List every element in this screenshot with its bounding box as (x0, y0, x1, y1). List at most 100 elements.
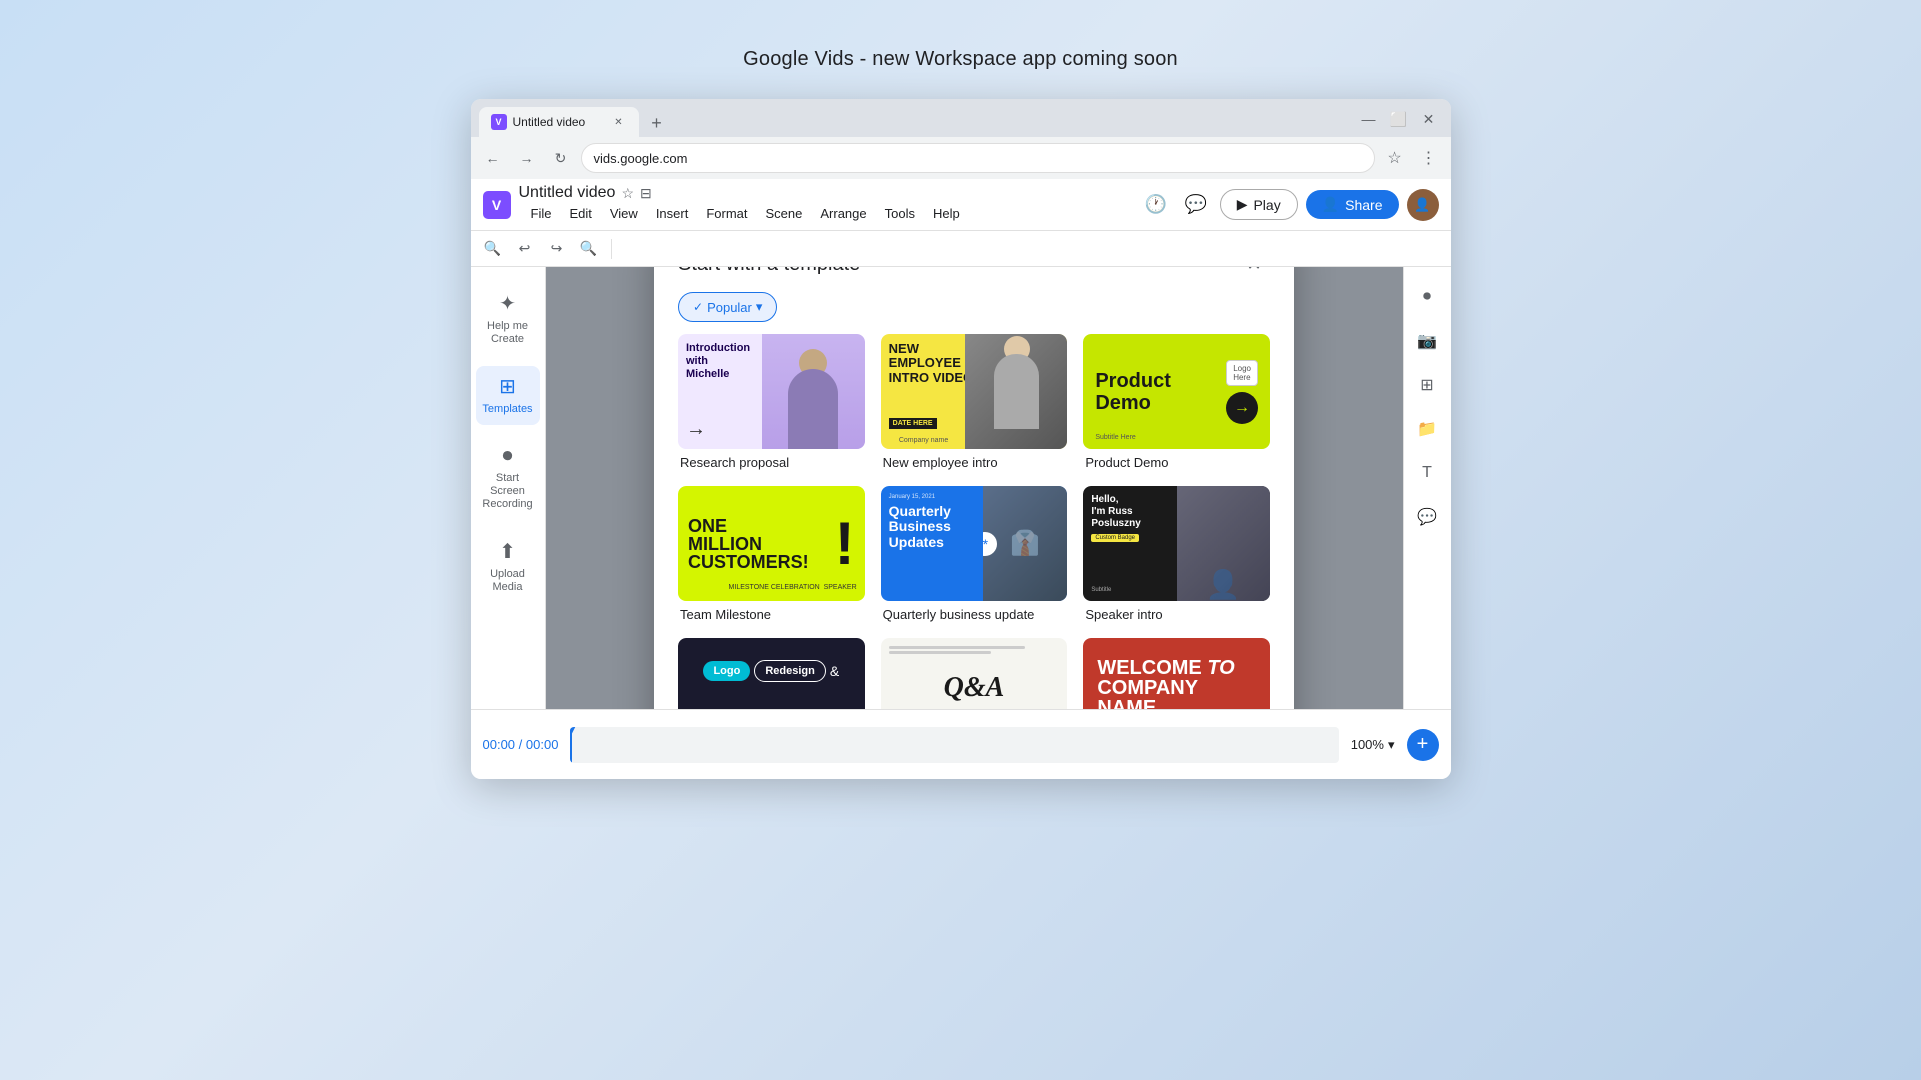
dropdown-icon: ▾ (756, 299, 763, 315)
reload-button[interactable]: ↻ (547, 144, 575, 172)
template-item-quarterly-update[interactable]: January 15, 2021 QuarterlyBusinessUpdate… (881, 486, 1068, 622)
emp-date-tag: DATE HERE (889, 418, 937, 429)
template-item-intro-michelle[interactable]: Introductionwith Michelle → (678, 334, 865, 470)
modal-close-button[interactable]: ✕ (1238, 267, 1270, 280)
qa-line (889, 646, 1026, 649)
product-subtitle: Subtitle Here (1095, 434, 1135, 441)
person-body (788, 369, 838, 449)
menu-view[interactable]: View (602, 202, 646, 225)
popular-filter-chip[interactable]: ✓ Popular ▾ (678, 292, 777, 322)
qa-line (889, 651, 991, 654)
zoom-button[interactable]: 🔍 (575, 235, 603, 263)
record-panel-button[interactable]: ⏺ (1409, 279, 1445, 315)
chat-panel-button[interactable]: 💬 (1409, 499, 1445, 535)
quarterly-title: QuarterlyBusinessUpdates (889, 504, 976, 550)
share-button[interactable]: 👤 Share (1306, 190, 1399, 219)
zoom-dropdown-icon[interactable]: ▾ (1388, 737, 1395, 753)
template-item-new-employee[interactable]: NEWEMPLOYEEINTRO VIDEO DATE HERE (881, 334, 1068, 470)
welcome-italic: To (1207, 657, 1234, 679)
new-tab-button[interactable]: + (643, 109, 671, 137)
menu-scene[interactable]: Scene (758, 202, 811, 225)
menu-edit[interactable]: Edit (561, 202, 599, 225)
product-logo-box: LogoHere (1226, 360, 1258, 386)
time-display: 00:00 / 00:00 (483, 737, 559, 752)
close-window-button[interactable]: ✕ (1415, 105, 1443, 133)
template-item-product-demo[interactable]: ProductDemo LogoHere → Subtitle Here Pro… (1083, 334, 1270, 470)
tag-redesign: Redesign (754, 660, 826, 682)
sidebar-item-templates[interactable]: ⊞ Templates (476, 366, 540, 424)
text-panel-button[interactable]: T (1409, 455, 1445, 491)
total-time: 00:00 (526, 737, 559, 752)
menu-arrange[interactable]: Arrange (812, 202, 874, 225)
search-toolbar-button[interactable]: 🔍 (479, 235, 507, 263)
timeline-track[interactable] (570, 727, 1338, 763)
template-item-logo-redesign[interactable]: Logo Redesign & Visual Identity Logo red… (678, 638, 865, 709)
bookmark-icon[interactable]: ☆ (1381, 144, 1409, 172)
folder-icon[interactable]: ⊟ (640, 185, 652, 202)
template-item-team-milestone[interactable]: ONEMILLIONCUSTOMERS! ! MILESTONE CELEBRA… (678, 486, 865, 622)
template-thumb-quarterly-update: January 15, 2021 QuarterlyBusinessUpdate… (881, 486, 1068, 601)
speaker-left: Hello,I'm RussPosluszny Custom Badge Sub… (1083, 486, 1176, 601)
modal-content: Introductionwith Michelle → (654, 334, 1294, 709)
more-options-icon[interactable]: ⋮ (1415, 144, 1443, 172)
browser-tab[interactable]: V Untitled video ✕ (479, 107, 639, 137)
left-sidebar: ✦ Help me Create ⊞ Templates ⏺ Start Scr… (471, 267, 546, 709)
add-scene-button[interactable]: + (1407, 729, 1439, 761)
menu-file[interactable]: File (523, 202, 560, 225)
template-item-qa[interactable]: Q&A Q&A (881, 638, 1068, 709)
history-button[interactable]: 🕐 (1140, 189, 1172, 221)
menu-insert[interactable]: Insert (648, 202, 697, 225)
menu-help[interactable]: Help (925, 202, 968, 225)
star-icon[interactable]: ☆ (621, 185, 634, 202)
template-item-speaker-intro[interactable]: Hello,I'm RussPosluszny Custom Badge Sub… (1083, 486, 1270, 622)
app-menu: File Edit View Insert Format Scene Arran… (523, 202, 968, 225)
intro-left: Introductionwith Michelle → (678, 334, 762, 449)
template-thumb-intro-michelle: Introductionwith Michelle → (678, 334, 865, 449)
undo-button[interactable]: ↩ (511, 235, 539, 263)
quarterly-left: January 15, 2021 QuarterlyBusinessUpdate… (881, 486, 984, 601)
app-logo: V (483, 191, 511, 219)
emp-photo (965, 334, 1068, 449)
address-bar[interactable]: vids.google.com (581, 143, 1375, 173)
sidebar-item-upload-media[interactable]: ⬆ Upload Media (476, 531, 540, 602)
tab-close-icon[interactable]: ✕ (611, 114, 627, 130)
minimize-button[interactable]: — (1355, 105, 1383, 133)
browser-nav: ← → ↻ vids.google.com ☆ ⋮ (471, 137, 1451, 179)
record-icon: ⏺ (503, 445, 513, 468)
comments-button[interactable]: 💬 (1180, 189, 1212, 221)
maximize-button[interactable]: ⬜ (1385, 105, 1413, 133)
timeline-cursor (570, 727, 572, 763)
menu-tools[interactable]: Tools (877, 202, 923, 225)
template-name-new-employee: New employee intro (881, 455, 1068, 470)
sidebar-item-screen-recording[interactable]: ⏺ Start Screen Recording (476, 437, 540, 520)
check-icon: ✓ (693, 300, 703, 314)
speaker-name: Hello,I'm RussPosluszny (1091, 494, 1168, 530)
user-avatar[interactable]: 👤 (1407, 189, 1439, 221)
emp-body (994, 354, 1039, 429)
template-item-welcome[interactable]: WELCOME ToCOMPANY NAME Subtitle or logo … (1083, 638, 1270, 709)
modal-overlay: Start with a template ✕ ✓ Popular ▾ (546, 267, 1403, 709)
play-button[interactable]: ▶ Play (1220, 189, 1298, 220)
app-toolbar2: 🔍 ↩ ↪ 🔍 (471, 231, 1451, 267)
sidebar-item-help-me-create[interactable]: ✦ Help me Create (476, 283, 540, 354)
menu-format[interactable]: Format (698, 202, 755, 225)
sidebar-label-upload-media: Upload Media (480, 568, 536, 594)
redo-button[interactable]: ↪ (543, 235, 571, 263)
templates-grid: Introductionwith Michelle → (678, 334, 1270, 709)
milestone-title: ONEMILLIONCUSTOMERS! (688, 517, 831, 571)
template-thumb-team-milestone: ONEMILLIONCUSTOMERS! ! MILESTONE CELEBRA… (678, 486, 865, 601)
speaker-right: 👤 (1177, 486, 1270, 601)
share-icon: 👤 (1322, 196, 1339, 213)
welcome-title: WELCOME ToCOMPANY NAME (1097, 658, 1256, 709)
milestone-exclaim: ! (835, 514, 855, 574)
camera-panel-button[interactable]: 📷 (1409, 323, 1445, 359)
current-time: 00:00 (483, 737, 516, 752)
templates-icon: ⊞ (499, 374, 516, 399)
sparkle-icon: ✦ (499, 291, 516, 316)
tag-and: & (830, 663, 839, 679)
forward-button[interactable]: → (513, 144, 541, 172)
back-button[interactable]: ← (479, 144, 507, 172)
qa-big-text: Q&A (889, 672, 1060, 704)
layout-panel-button[interactable]: ⊞ (1409, 367, 1445, 403)
folder-panel-button[interactable]: 📁 (1409, 411, 1445, 447)
